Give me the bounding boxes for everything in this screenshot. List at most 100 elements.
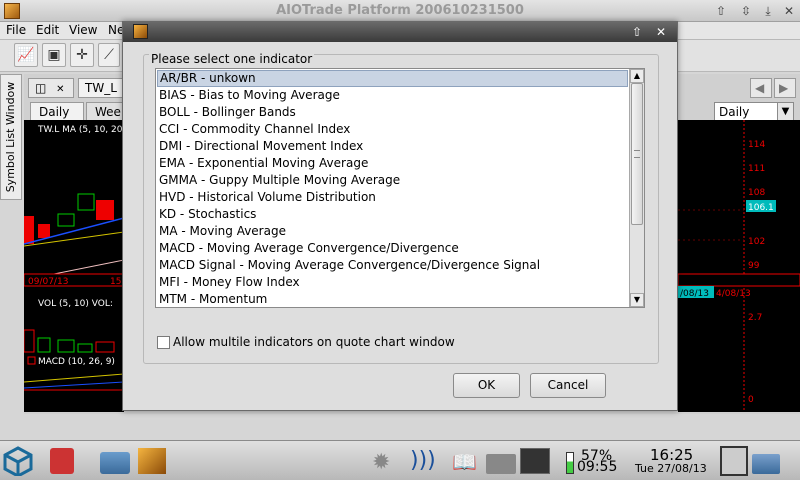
indicator-list-item[interactable]: MTM - Momentum bbox=[157, 291, 628, 307]
close-icon[interactable]: ✕ bbox=[781, 3, 797, 19]
close-tab-icon[interactable]: ✕ bbox=[56, 84, 64, 95]
chevron-down-icon[interactable]: ▼ bbox=[777, 103, 793, 121]
macd-marker bbox=[27, 356, 36, 365]
tab-scroll-right-icon[interactable]: ▶ bbox=[774, 78, 796, 98]
volume-indicator-label: VOL (5, 10) VOL: bbox=[38, 299, 113, 309]
symbol-tab-icon-button[interactable]: ◫ ✕ bbox=[28, 78, 74, 98]
indicator-list-item[interactable]: MFI - Money Flow Index bbox=[157, 274, 628, 291]
date-label: 4/08/13 bbox=[716, 289, 751, 299]
volume-bar bbox=[95, 341, 115, 353]
indicator-list[interactable]: AR/BR - unkown BIAS - Bias to Moving Aver… bbox=[155, 68, 645, 308]
volume-bar bbox=[37, 337, 51, 353]
new-window-icon[interactable]: ▣ bbox=[42, 43, 66, 67]
allow-multiple-label[interactable]: Allow multile indicators on quote chart … bbox=[173, 335, 455, 349]
allow-multiple-checkbox[interactable] bbox=[157, 336, 170, 349]
volume-bar bbox=[77, 343, 93, 353]
dialog-close-icon[interactable]: ✕ bbox=[653, 24, 669, 40]
candle bbox=[96, 200, 114, 220]
dialog-app-icon bbox=[133, 24, 148, 39]
start-menu-icon[interactable] bbox=[3, 446, 33, 476]
scroll-down-icon[interactable]: ▼ bbox=[630, 293, 644, 307]
maximize-icon[interactable]: ⇧ bbox=[713, 3, 729, 19]
book-icon[interactable]: 📖 bbox=[452, 450, 477, 474]
select-indicator-dialog: ⇧ ✕ Please select one indicator AR/BR - … bbox=[122, 21, 678, 411]
indicator-list-item[interactable]: MACD - Moving Average Convergence/Diverg… bbox=[157, 240, 628, 257]
battery-icon bbox=[566, 452, 574, 474]
symbol-tab[interactable]: TW_L bbox=[78, 78, 124, 98]
time-axis bbox=[678, 273, 800, 287]
macd-indicator-label: MACD (10, 26, 9) bbox=[38, 357, 115, 367]
menu-edit[interactable]: Edit bbox=[36, 23, 59, 37]
indicator-list-item[interactable]: HVD - Historical Volume Distribution bbox=[157, 189, 628, 206]
macd-tick: 0 bbox=[748, 395, 754, 405]
symbol-list-tab[interactable]: Symbol List Window bbox=[0, 74, 22, 200]
indicator-list-item[interactable]: EMA - Exponential Moving Average bbox=[157, 155, 628, 172]
main-title-bar: AIOTrade Platform 200610231500 ⇧ ⇳ ⤓ ✕ bbox=[0, 0, 800, 22]
network-disconnected-icon[interactable] bbox=[520, 448, 550, 474]
volume-bar bbox=[57, 339, 75, 353]
date-label: 09/07/13 bbox=[28, 277, 68, 287]
show-desktop-icon[interactable] bbox=[720, 446, 748, 476]
group-title: Please select one indicator bbox=[149, 52, 315, 66]
cancel-button[interactable]: Cancel bbox=[530, 373, 606, 398]
menu-view[interactable]: View bbox=[69, 23, 97, 37]
indicator-list-item[interactable]: BOLL - Bollinger Bands bbox=[157, 104, 628, 121]
crosshair-icon[interactable]: ✛ bbox=[70, 43, 94, 67]
ma-indicator-label: TW.L MA (5, 10, 20 bbox=[37, 125, 123, 135]
battery-time: 09:55 bbox=[577, 459, 618, 475]
indicator-list-item[interactable]: CCI - Commodity Channel Index bbox=[157, 121, 628, 138]
indicator-list-item[interactable]: GMMA - Guppy Multiple Moving Average bbox=[157, 172, 628, 189]
volume-bar bbox=[24, 329, 35, 353]
candle bbox=[24, 216, 34, 244]
wifi-icon[interactable]: ))) bbox=[410, 448, 436, 473]
tab-scroll-left-icon[interactable]: ◀ bbox=[750, 78, 772, 98]
candle bbox=[38, 224, 50, 238]
clock-date[interactable]: Tue 27/08/13 bbox=[635, 462, 707, 475]
ok-button[interactable]: OK bbox=[453, 373, 520, 398]
price-tick: 111 bbox=[748, 164, 765, 174]
workspace-icon[interactable] bbox=[752, 454, 780, 474]
indicator-list-item[interactable]: MA - Moving Average bbox=[157, 223, 628, 240]
period-tab-weekly[interactable]: Wee bbox=[86, 102, 126, 122]
indicator-list-item[interactable]: BIAS - Bias to Moving Average bbox=[157, 87, 628, 104]
price-tick: 99 bbox=[748, 261, 760, 271]
restore-icon[interactable]: ⇳ bbox=[738, 3, 754, 19]
settings-gear-icon[interactable]: ✹ bbox=[372, 450, 390, 475]
grip-icon bbox=[634, 150, 640, 158]
chart-tab-icon: ◫ bbox=[35, 81, 47, 95]
folder-icon[interactable] bbox=[100, 452, 130, 474]
window-title: AIOTrade Platform 200610231500 bbox=[276, 3, 524, 18]
indicator-list-item[interactable]: AR/BR - unkown bbox=[157, 70, 628, 87]
period-select[interactable]: Daily ▼ bbox=[714, 102, 794, 122]
scroll-up-icon[interactable]: ▲ bbox=[630, 69, 644, 83]
dialog-title-bar[interactable]: ⇧ ✕ bbox=[123, 22, 677, 42]
price-tick: 108 bbox=[748, 188, 765, 198]
quote-chart-left: TW.L MA (5, 10, 20 09/07/13 15 VOL (5, 1… bbox=[24, 120, 124, 412]
quote-chart-right: 114 111 108 106.1 102 99 /08/13 4/08/13 … bbox=[678, 120, 800, 412]
cursor-date: /08/13 bbox=[680, 289, 709, 299]
scroll-thumb[interactable] bbox=[631, 83, 643, 225]
open-chart-icon[interactable]: 📈 bbox=[14, 43, 38, 67]
indicator-list-item[interactable]: KD - Stochastics bbox=[157, 206, 628, 223]
macd-line bbox=[24, 373, 124, 383]
macd-signal-line bbox=[24, 381, 124, 389]
period-select-value: Daily bbox=[719, 105, 750, 119]
price-tick: 102 bbox=[748, 237, 765, 247]
current-price: 106.1 bbox=[748, 203, 774, 213]
keyboard-icon[interactable] bbox=[486, 454, 516, 474]
volume-tick: 2.7 bbox=[748, 313, 762, 323]
aiotrade-task-icon[interactable] bbox=[138, 448, 166, 474]
drawing-tool-icon[interactable]: ⟋ bbox=[98, 43, 120, 67]
period-tab-daily[interactable]: Daily bbox=[30, 102, 84, 122]
dialog-maximize-icon[interactable]: ⇧ bbox=[629, 24, 645, 40]
price-tick: 114 bbox=[748, 140, 765, 150]
terminal-icon[interactable] bbox=[50, 448, 74, 474]
menu-file[interactable]: File bbox=[6, 23, 26, 37]
indicator-list-item[interactable]: DMI - Directional Movement Index bbox=[157, 138, 628, 155]
indicator-list-item[interactable]: MACD Signal - Moving Average Convergence… bbox=[157, 257, 628, 274]
candle bbox=[77, 193, 95, 211]
symbol-list-tab-label: Symbol List Window bbox=[4, 81, 17, 193]
date-label: 15 bbox=[110, 277, 121, 287]
list-scrollbar[interactable]: ▲ ▼ bbox=[629, 69, 644, 307]
minimize-icon[interactable]: ⤓ bbox=[760, 3, 776, 19]
